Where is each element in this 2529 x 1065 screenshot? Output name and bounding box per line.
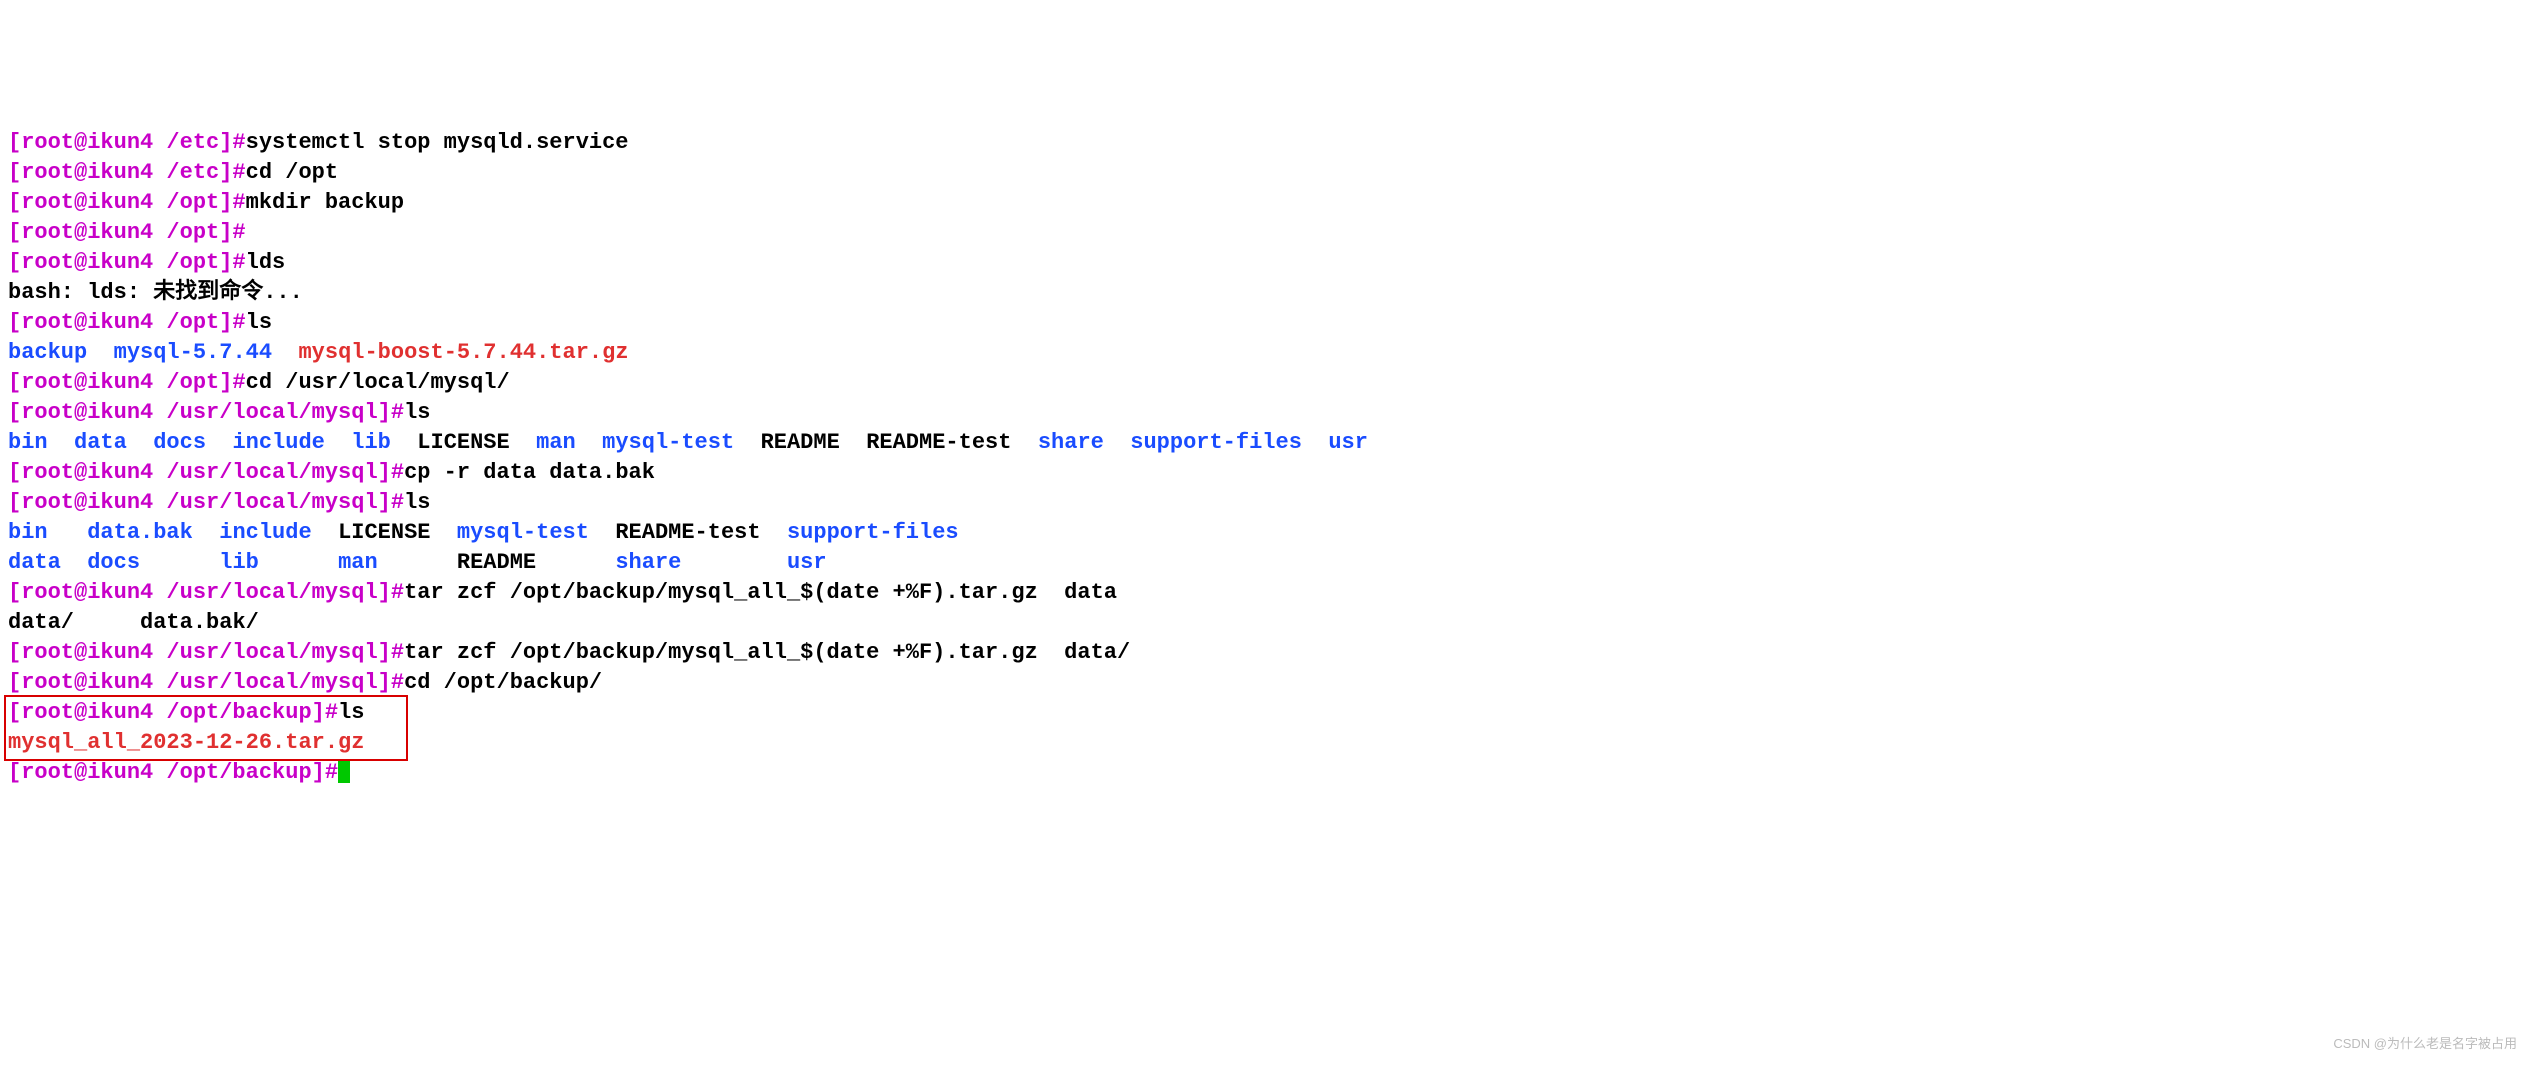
file-item: mysql-boost-5.7.44.tar.gz [298,340,628,365]
prompt: [root@ikun4 /opt]# [8,250,246,275]
dir-item: data [8,550,61,575]
dir-item: usr [787,550,827,575]
file-item: README-test [615,520,760,545]
command-text: mkdir backup [246,190,404,215]
dir-item: share [615,550,681,575]
terminal-output[interactable]: [root@ikun4 /etc]#systemctl stop mysqld.… [8,128,2521,788]
command-text: cd /opt [246,160,338,185]
cursor-icon [338,761,350,783]
dir-item: mysql-test [457,520,589,545]
command-text: cd /usr/local/mysql/ [246,370,510,395]
prompt: [root@ikun4 /usr/local/mysql]# [8,460,404,485]
dir-item: mysql-5.7.44 [114,340,272,365]
prompt: [root@ikun4 /usr/local/mysql]# [8,400,404,425]
dir-item: docs [153,430,206,455]
dir-item: mysql-test [602,430,734,455]
prompt: [root@ikun4 /opt]# [8,220,246,245]
dir-item: support-files [1130,430,1302,455]
completion-item: data.bak/ [140,610,259,635]
prompt: [root@ikun4 /usr/local/mysql]# [8,670,404,695]
command-text: tar zcf /opt/backup/mysql_all_$(date +%F… [404,640,1130,665]
file-item: README-test [866,430,1011,455]
prompt: [root@ikun4 /opt/backup]# [8,700,338,725]
dir-item: bin [8,430,48,455]
dir-item: lib [219,550,259,575]
dir-item: data [74,430,127,455]
command-text: ls [338,700,364,725]
prompt: [root@ikun4 /etc]# [8,130,246,155]
file-item: LICENSE [417,430,509,455]
dir-item: docs [87,550,140,575]
command-text: lds [246,250,286,275]
command-text: cd /opt/backup/ [404,670,602,695]
prompt: [root@ikun4 /usr/local/mysql]# [8,580,404,605]
dir-item: include [219,520,311,545]
file-item: README [457,550,536,575]
prompt: [root@ikun4 /usr/local/mysql]# [8,640,404,665]
prompt: [root@ikun4 /usr/local/mysql]# [8,490,404,515]
dir-item: backup [8,340,87,365]
error-line: bash: lds: 未找到命令... [8,280,303,305]
command-text: ls [404,490,430,515]
dir-item: man [536,430,576,455]
completion-item: data/ [8,610,74,635]
dir-item: lib [351,430,391,455]
file-item: mysql_all_2023-12-26.tar.gz [8,730,364,755]
dir-item: support-files [787,520,959,545]
prompt: [root@ikun4 /opt]# [8,310,246,335]
highlighted-region: [root@ikun4 /opt/backup]#ls mysql_all_20… [8,698,364,758]
prompt: [root@ikun4 /opt/backup]# [8,760,338,785]
file-item: LICENSE [338,520,430,545]
command-text: ls [246,310,272,335]
prompt: [root@ikun4 /opt]# [8,370,246,395]
file-item: README [761,430,840,455]
command-text: systemctl stop mysqld.service [246,130,629,155]
dir-item: include [232,430,324,455]
dir-item: bin [8,520,48,545]
watermark-text: CSDN @为什么老是名字被占用 [2333,1029,2517,1059]
command-text: tar zcf /opt/backup/mysql_all_$(date +%F… [404,580,1117,605]
dir-item: man [338,550,378,575]
dir-item: usr [1328,430,1368,455]
prompt: [root@ikun4 /opt]# [8,190,246,215]
dir-item: share [1038,430,1104,455]
command-text: cp -r data data.bak [404,460,655,485]
dir-item: data.bak [87,520,193,545]
prompt: [root@ikun4 /etc]# [8,160,246,185]
command-text: ls [404,400,430,425]
